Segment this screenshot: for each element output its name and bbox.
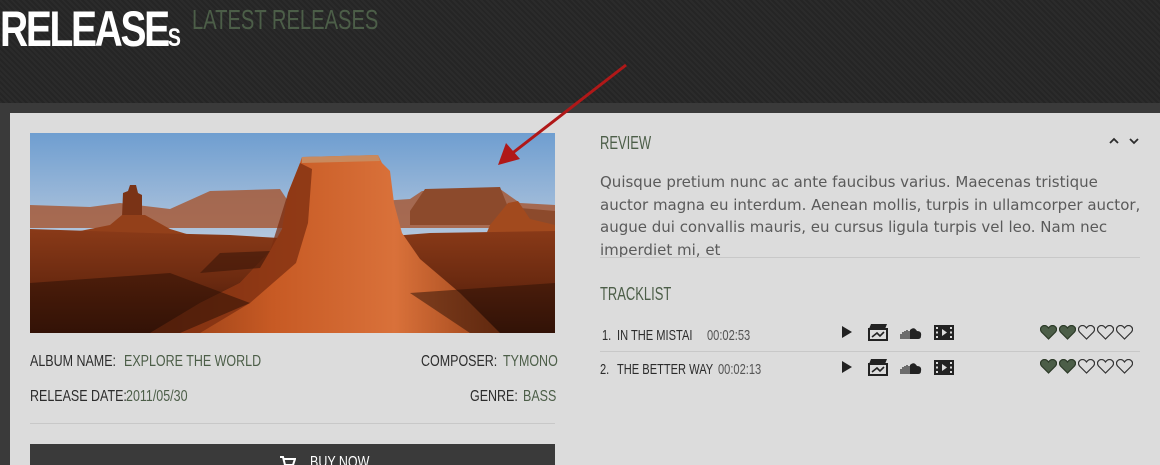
play-icon[interactable] bbox=[840, 325, 854, 339]
video-icon[interactable] bbox=[934, 360, 954, 375]
heart-icon[interactable] bbox=[1097, 325, 1114, 340]
track-rating[interactable] bbox=[1040, 359, 1133, 374]
heart-icon[interactable] bbox=[1040, 359, 1057, 374]
annotation-arrow bbox=[498, 63, 627, 165]
album-cover-image bbox=[30, 133, 555, 333]
album-name-label: ALBUM NAME: bbox=[30, 353, 116, 370]
play-icon[interactable] bbox=[840, 360, 854, 374]
film-clapper-icon[interactable] bbox=[868, 358, 888, 376]
tracklist-title: TRACKLIST bbox=[600, 284, 672, 304]
page-title-main: RELEASE bbox=[0, 1, 170, 57]
album-cover-illustration bbox=[30, 133, 555, 333]
soundcloud-icon[interactable] bbox=[900, 327, 922, 339]
heart-icon[interactable] bbox=[1059, 359, 1076, 374]
release-date-label: RELEASE DATE: bbox=[30, 388, 127, 405]
chevron-down-icon[interactable] bbox=[1128, 136, 1140, 146]
page-subtitle: LATEST RELEASES bbox=[192, 4, 379, 35]
film-clapper-icon[interactable] bbox=[868, 323, 888, 341]
cart-icon bbox=[280, 456, 296, 465]
soundcloud-icon[interactable] bbox=[900, 362, 922, 374]
composer-value: TYMONO bbox=[503, 353, 558, 370]
page-title: RELEASEs bbox=[0, 2, 181, 65]
track-number: 1. bbox=[602, 327, 612, 344]
heart-icon[interactable] bbox=[1116, 359, 1133, 374]
genre-label: GENRE: bbox=[470, 388, 518, 405]
review-text: Quisque pretium nunc ac ante faucibus va… bbox=[600, 173, 1141, 259]
genre-value: BASS bbox=[523, 388, 557, 405]
track-rating[interactable] bbox=[1040, 325, 1133, 340]
review-divider bbox=[600, 257, 1140, 258]
heart-icon[interactable] bbox=[1078, 325, 1095, 340]
track-title[interactable]: IN THE MISTAI bbox=[617, 327, 692, 344]
heart-icon[interactable] bbox=[1097, 359, 1114, 374]
heart-icon[interactable] bbox=[1059, 325, 1076, 340]
composer-label: COMPOSER: bbox=[421, 353, 498, 370]
buy-now-label: BUY NOW bbox=[310, 454, 370, 465]
heart-icon[interactable] bbox=[1040, 325, 1057, 340]
track-divider bbox=[600, 351, 1140, 352]
release-date-value: 2011/05/30 bbox=[126, 388, 188, 405]
heart-icon[interactable] bbox=[1116, 325, 1133, 340]
heart-icon[interactable] bbox=[1078, 359, 1095, 374]
chevron-up-icon[interactable] bbox=[1108, 136, 1120, 146]
buy-now-button[interactable]: BUY NOW bbox=[30, 444, 555, 465]
video-icon[interactable] bbox=[934, 325, 954, 340]
track-number: 2. bbox=[600, 361, 610, 378]
track-duration: 00:02:13 bbox=[718, 361, 762, 378]
meta-divider bbox=[30, 423, 555, 424]
album-name-value: EXPLORE THE WORLD bbox=[124, 353, 262, 370]
track-duration: 00:02:53 bbox=[707, 327, 751, 344]
page-title-suffix: s bbox=[167, 24, 181, 52]
track-title[interactable]: THE BETTER WAY bbox=[617, 361, 713, 378]
